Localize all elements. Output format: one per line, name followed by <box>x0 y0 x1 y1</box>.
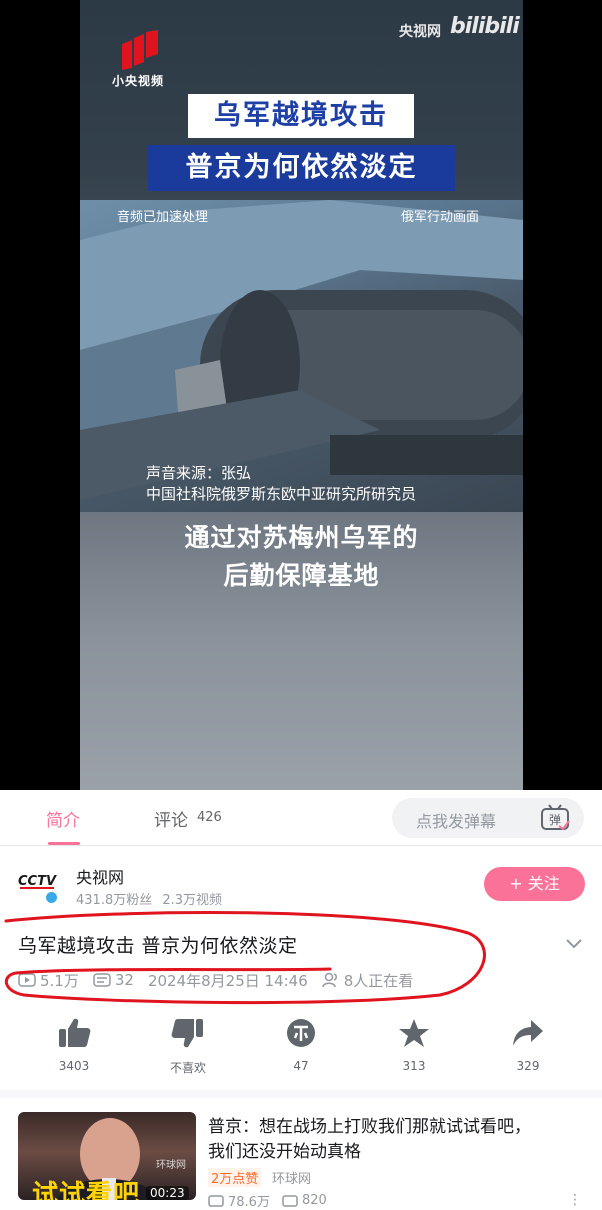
danmaku-input[interactable]: 点我发弹幕 弹 <box>392 798 584 838</box>
uploader-name[interactable]: 央视网 <box>76 864 124 888</box>
recommended-stats: 78.6万 820 <box>208 1191 327 1210</box>
recommended-views: 78.6万 <box>228 1195 270 1210</box>
more-options-icon[interactable]: ⋮ <box>568 1192 582 1208</box>
share-count: 329 <box>516 1059 540 1073</box>
danmaku-placeholder: 点我发弹幕 <box>416 812 497 831</box>
coin-button[interactable]: 47 <box>261 1015 341 1073</box>
recommended-title-line2[interactable]: 我们还没开始动真格 <box>208 1137 361 1162</box>
danmaku-toggle-icon[interactable]: 弹 <box>540 804 570 832</box>
recommended-title-line1[interactable]: 普京：想在战场上打败我们那就试试看吧， <box>208 1112 531 1137</box>
recommended-video-thumbnail[interactable]: 环球网 试试看吧 00:23 <box>18 1112 196 1200</box>
headline-line1: 乌军越境攻击 <box>188 94 414 138</box>
thumb-down-icon <box>171 1019 203 1048</box>
star-icon <box>399 1019 429 1047</box>
tab-comments[interactable]: 评论 <box>154 806 188 831</box>
uploader-stats: 431.8万粉丝 2.3万视频 <box>76 889 222 908</box>
dislike-label: 不喜欢 <box>169 1061 206 1075</box>
coin-icon <box>287 1019 315 1047</box>
coin-count: 47 <box>293 1059 309 1073</box>
bilibili-watermark: bilibili <box>450 14 520 39</box>
danmaku-count-icon <box>282 1194 298 1207</box>
comments-count[interactable]: 426 <box>197 810 222 825</box>
svg-text:弹: 弹 <box>549 813 561 827</box>
uploader-videos: 2.3万视频 <box>162 893 223 908</box>
play-count-icon <box>208 1194 224 1207</box>
thumbnail-watermark: 环球网 <box>156 1160 186 1171</box>
likes-badge: 2万点赞 <box>208 1168 262 1187</box>
headline-line2: 普京为何依然淡定 <box>148 145 455 191</box>
share-icon <box>513 1020 543 1046</box>
source-credit-line2: 中国社科院俄罗斯东欧中亚研究所研究员 <box>146 485 417 503</box>
tab-bar: 简介 评论 426 点我发弹幕 弹 <box>0 790 602 846</box>
favorite-button[interactable]: 313 <box>374 1015 454 1073</box>
uploader-fans: 431.8万粉丝 <box>76 893 153 908</box>
thumb-up-icon <box>59 1018 91 1047</box>
red-annotation-circle <box>4 911 486 1005</box>
section-divider <box>0 1090 602 1098</box>
subtitle-line2: 后勤保障基地 <box>223 561 380 590</box>
cctv-video-logo-icon <box>122 30 158 70</box>
like-count: 3403 <box>58 1059 90 1073</box>
dislike-button[interactable]: 不喜欢 <box>148 1015 228 1076</box>
like-button[interactable]: 3403 <box>34 1015 114 1073</box>
action-bar: 3403 不喜欢 47 313 329 <box>0 1015 602 1085</box>
share-button[interactable]: 329 <box>488 1015 568 1073</box>
favorite-count: 313 <box>402 1059 426 1073</box>
recommended-author[interactable]: 环球网 <box>272 1168 311 1187</box>
svg-text:CCTV: CCTV <box>18 874 57 889</box>
watermark-source: 央视网 <box>399 24 441 40</box>
subtitle-line1: 通过对苏梅州乌军的 <box>184 523 419 552</box>
source-credit-line1: 声音来源：张弘 <box>146 464 252 482</box>
video-duration: 00:23 <box>146 1186 189 1200</box>
uploader-row: CCTV 央视网 431.8万粉丝 2.3万视频 + 关注 <box>0 846 602 914</box>
tab-intro[interactable]: 简介 <box>46 806 80 831</box>
recommended-danmaku: 820 <box>301 1193 327 1208</box>
verified-badge-icon <box>44 890 59 905</box>
caption-audio-note: 音频已加速处理 <box>117 210 209 225</box>
thumbnail-caption: 试试看吧 <box>32 1180 141 1200</box>
active-tab-indicator <box>48 842 80 845</box>
logo-text: 小央视频 <box>112 74 165 88</box>
caption-footage-note: 俄军行动画面 <box>401 210 480 225</box>
follow-button[interactable]: + 关注 <box>484 867 585 901</box>
video-player[interactable]: 小央视频 央视网 bilibili 乌军越境攻击 普京为何依然淡定 音频已加速处… <box>0 0 602 790</box>
video-frame[interactable]: 小央视频 央视网 bilibili 乌军越境攻击 普京为何依然淡定 音频已加速处… <box>80 0 523 790</box>
